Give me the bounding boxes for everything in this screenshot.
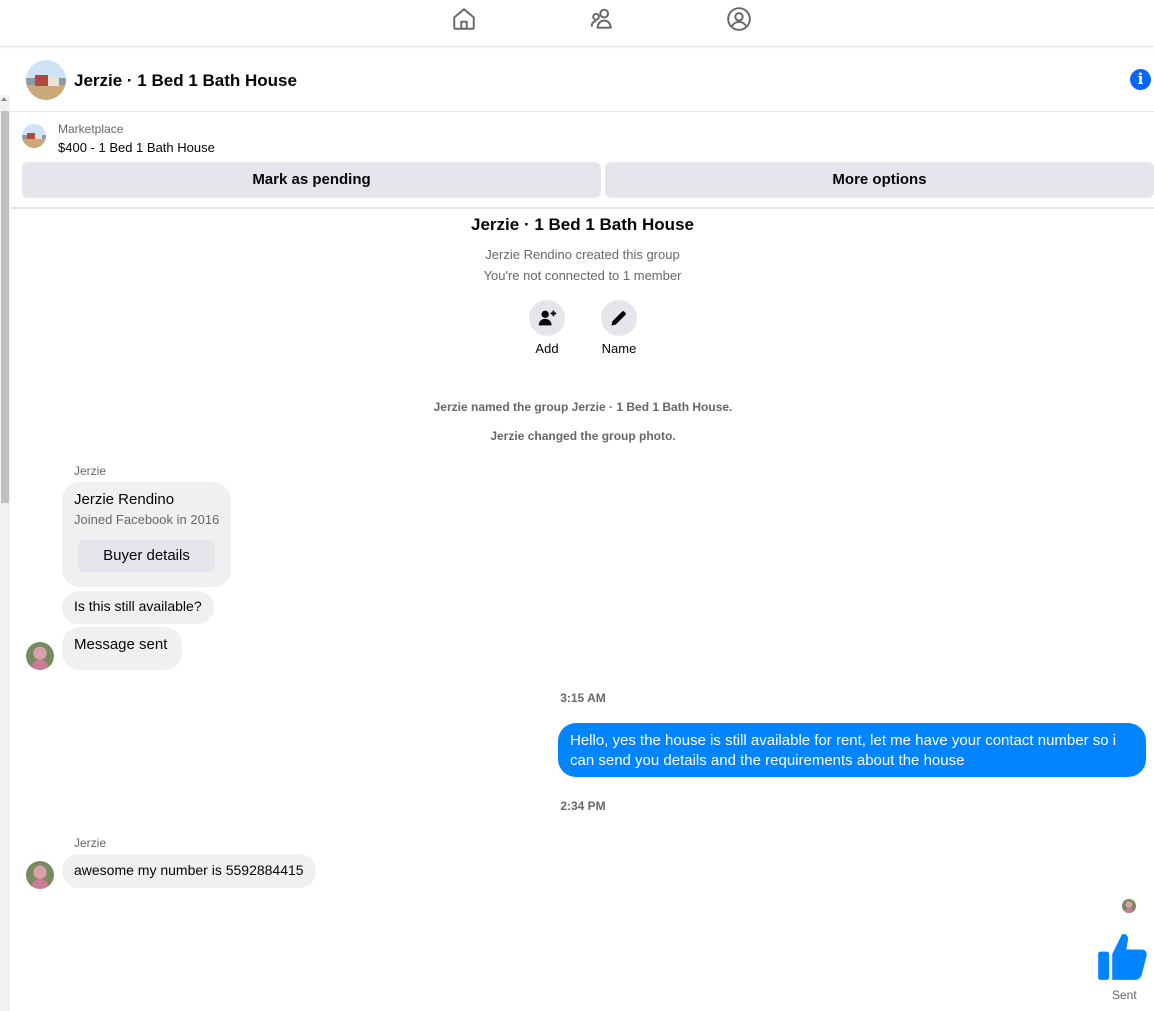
outgoing-message-bubble[interactable]: Hello, yes the house is still available … (558, 723, 1146, 777)
divider (11, 207, 1154, 209)
not-connected-text: You're not connected to 1 member (483, 268, 682, 283)
buyer-card: Jerzie Rendino Joined Facebook in 2016 B… (62, 482, 231, 587)
buyer-details-button[interactable]: Buyer details (78, 540, 215, 572)
profile-icon[interactable] (726, 6, 752, 32)
mark-as-pending-button[interactable]: Mark as pending (22, 162, 601, 198)
pencil-icon (611, 311, 626, 326)
conversation-header: Jerzie · 1 Bed 1 Bath House i (11, 48, 1154, 112)
group-created-text: Jerzie Rendino created this group (485, 247, 680, 262)
home-icon[interactable] (451, 6, 477, 32)
message-bubble[interactable]: Message sent (62, 627, 182, 670)
friends-icon[interactable] (589, 6, 615, 32)
sender-name: Jerzie (74, 836, 107, 850)
top-nav (0, 0, 1154, 47)
edit-name-label: Name (601, 341, 637, 356)
timestamp: 2:34 PM (560, 799, 606, 813)
more-options-button[interactable]: More options (605, 162, 1154, 198)
marketplace-label: Marketplace (58, 122, 124, 136)
system-message: Jerzie named the group Jerzie · 1 Bed 1 … (433, 400, 733, 414)
add-member-button[interactable] (529, 300, 565, 336)
group-title: Jerzie · 1 Bed 1 Bath House (471, 215, 694, 234)
add-person-icon (538, 310, 557, 326)
info-icon[interactable]: i (1130, 69, 1151, 90)
group-avatar[interactable] (26, 60, 66, 100)
system-message: Jerzie changed the group photo. (490, 429, 676, 443)
conversation-title[interactable]: Jerzie · 1 Bed 1 Bath House (74, 71, 297, 91)
sender-name: Jerzie (74, 464, 107, 478)
message-bubble[interactable]: Is this still available? (62, 591, 214, 624)
scrollbar-thumb[interactable] (1, 111, 9, 503)
sender-avatar[interactable] (26, 642, 54, 670)
timestamp: 3:15 AM (560, 691, 606, 705)
message-status: Sent (1112, 988, 1137, 1002)
add-member-label: Add (535, 341, 559, 356)
edit-name-button[interactable] (601, 300, 637, 336)
message-bubble[interactable]: awesome my number is 5592884415 (62, 854, 316, 888)
thumbs-up-icon[interactable] (1096, 930, 1148, 982)
scroll-up-arrow-icon[interactable] (1, 97, 7, 101)
read-receipt-avatar (1122, 899, 1136, 913)
listing-thumbnail[interactable] (22, 124, 46, 148)
listing-title[interactable]: $400 - 1 Bed 1 Bath House (58, 140, 215, 155)
sender-avatar[interactable] (26, 861, 54, 889)
buyer-joined: Joined Facebook in 2016 (74, 512, 220, 527)
buyer-name: Jerzie Rendino (74, 491, 175, 508)
